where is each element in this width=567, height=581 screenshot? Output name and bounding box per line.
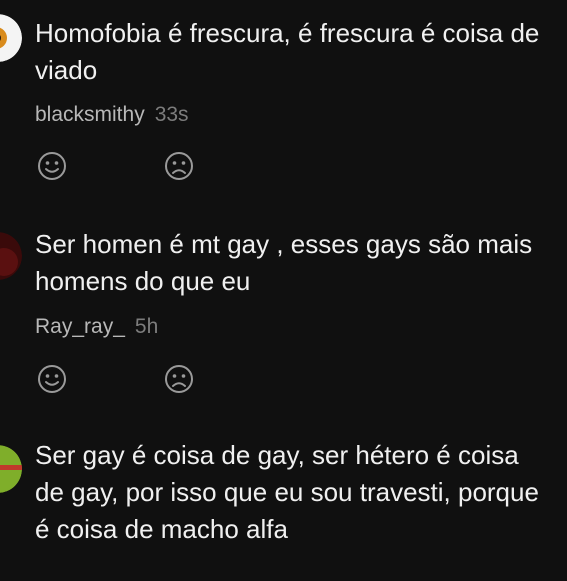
frown-icon[interactable] [164,151,194,181]
avatar-image [0,445,22,493]
avatar-image [0,14,22,62]
comment-username[interactable]: Ray_ray_ [35,315,125,338]
avatar-image [0,232,22,280]
smile-icon[interactable] [37,364,67,394]
comment-text: Ser homen é mt gay , esses gays são mais… [35,229,533,296]
avatar[interactable] [0,445,22,493]
comment-meta: Ray_ray_ 5h [35,315,158,339]
frown-icon[interactable] [164,364,194,394]
comment-time: 5h [134,315,159,338]
comment-text: Homofobia é frescura, é frescura é coisa… [35,18,540,85]
comment-username[interactable]: blacksmithy [35,103,145,126]
comment-meta: blacksmithy 33s [35,103,189,127]
comment-text: Ser gay é coisa de gay, ser hétero é coi… [35,440,539,544]
avatar[interactable] [0,232,22,280]
smile-icon[interactable] [37,151,67,181]
comment-time: 33s [154,103,189,126]
avatar[interactable] [0,14,22,62]
